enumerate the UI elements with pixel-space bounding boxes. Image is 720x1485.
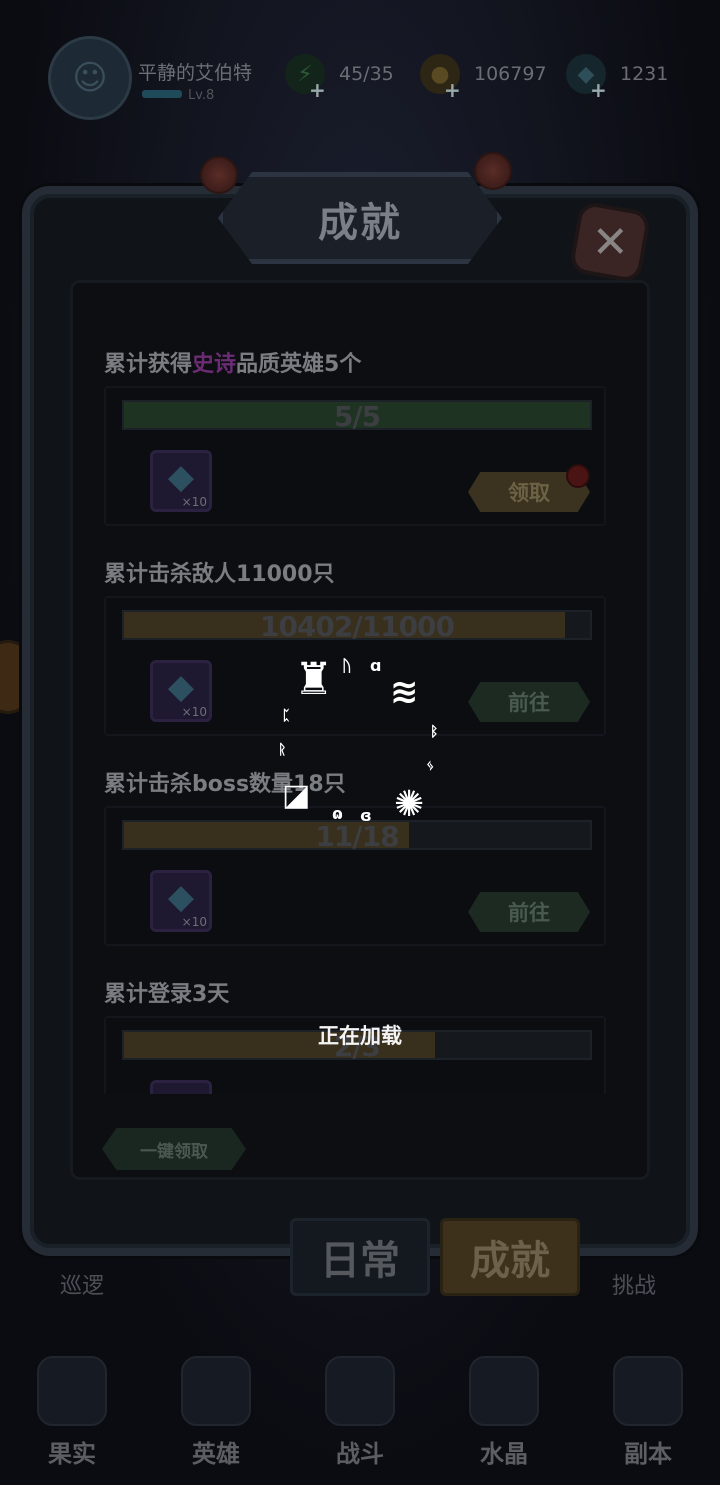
reward-qty: ×10 [181, 495, 207, 509]
close-button[interactable]: ✕ [568, 200, 652, 284]
patrol-label[interactable]: 巡逻 [60, 1268, 104, 1300]
bottom-navigation: 果实 英雄 战斗 水晶 副本 [0, 1340, 720, 1485]
progress-text: 5/5 [333, 400, 381, 433]
reward-item[interactable]: ◆ ×10 [150, 450, 212, 512]
nav-dungeon[interactable]: 副本 [576, 1340, 720, 1485]
rune-icon: ᚢ [342, 656, 352, 675]
rune-icon: ♜ [294, 654, 334, 705]
achievement-title: 累计登录3天 [104, 982, 230, 1007]
nav-battle-label: 战斗 [336, 1440, 384, 1468]
player-avatar[interactable]: ☺ [48, 36, 132, 120]
loading-spinner: ♜ ᚢ ɑ ≋ ᛒ ᛃ ✺ ɞ ɷ ◪ ᚱ ᛈ [270, 650, 450, 830]
achievement-title: 累计击杀敌人11000只 [104, 562, 335, 587]
player-name: 平静的艾伯特 [138, 62, 253, 84]
tab-daily[interactable]: 日常 [290, 1218, 430, 1296]
energy-value: 45/35 [339, 63, 394, 85]
goto-button[interactable]: 前往 [468, 682, 590, 722]
rune-icon: ɑ [370, 656, 382, 675]
energy-resource[interactable]: ⚡ + 45/35 [285, 54, 394, 102]
challenge-label[interactable]: 挑战 [612, 1268, 656, 1300]
nav-fruit-label: 果实 [48, 1440, 96, 1468]
rune-icon: ᚱ [278, 742, 287, 758]
reward-qty: ×10 [181, 915, 207, 929]
diamond-icon: ◆ [161, 1089, 201, 1094]
reward-item[interactable]: ◆ ×10 [150, 660, 212, 722]
achievement-title: 累计获得史诗品质英雄5个 [104, 352, 362, 377]
progress-bar: 5/5 [122, 400, 592, 433]
loading-text: 正在加载 [318, 1024, 402, 1048]
rune-icon: ᛒ [430, 724, 439, 740]
diamond-icon: ◆ [167, 667, 195, 707]
rune-icon: ᛃ [426, 758, 435, 774]
nav-heroes-label: 英雄 [192, 1440, 240, 1468]
gem-resource[interactable]: ◆ + 1231 [566, 54, 669, 102]
nav-heroes[interactable]: 英雄 [144, 1340, 288, 1485]
achievement-card: 累计获得史诗品质英雄5个 5/5 ◆ ×10 领取 [104, 344, 606, 526]
gold-value: 106797 [474, 63, 547, 85]
top-bar: ☺ 平静的艾伯特 Lv.8 ⚡ + 45/35 ● + 106797 ◆ + 1… [0, 30, 720, 120]
nav-battle[interactable]: 战斗 [288, 1340, 432, 1485]
rose-ornament-icon [474, 152, 512, 190]
reward-item[interactable]: ◆ [150, 1080, 212, 1094]
nav-crystal[interactable]: 水晶 [432, 1340, 576, 1485]
nav-crystal-label: 水晶 [480, 1440, 528, 1468]
avatar-face-icon: ☺ [72, 58, 108, 98]
level-bar [142, 90, 182, 98]
reward-qty: ×10 [181, 705, 207, 719]
progress-text: 10402/11000 [259, 610, 455, 643]
claim-all-button[interactable]: 一键领取 [102, 1128, 246, 1170]
plus-icon[interactable]: + [309, 78, 326, 102]
hero-icon [181, 1356, 251, 1426]
rune-icon: ᛈ [282, 708, 291, 724]
notification-dot [566, 464, 590, 488]
close-icon: ✕ [591, 216, 629, 268]
battle-icon [325, 1356, 395, 1426]
fruit-icon [37, 1356, 107, 1426]
rune-icon: ɞ [360, 806, 372, 825]
rune-icon: ɷ [332, 804, 343, 823]
nav-fruit[interactable]: 果实 [0, 1340, 144, 1485]
modal-title: 成就 [318, 200, 402, 246]
player-level: Lv.8 [188, 88, 215, 103]
diamond-icon: ◆ [167, 877, 195, 917]
gems-value: 1231 [620, 63, 669, 85]
diamond-icon: ◆ [167, 457, 195, 497]
plus-icon[interactable]: + [590, 78, 607, 102]
dungeon-icon [613, 1356, 683, 1426]
reward-item[interactable]: ◆ ×10 [150, 870, 212, 932]
rune-icon: ◪ [282, 778, 311, 813]
nav-dungeon-label: 副本 [624, 1440, 672, 1468]
rose-ornament-icon [200, 156, 238, 194]
goto-button[interactable]: 前往 [468, 892, 590, 932]
tab-achievement[interactable]: 成就 [440, 1218, 580, 1296]
rune-icon: ✺ [394, 784, 425, 825]
rune-icon: ≋ [390, 672, 419, 712]
plus-icon[interactable]: + [444, 78, 461, 102]
progress-bar: 10402/11000 [122, 610, 592, 643]
gold-resource[interactable]: ● + 106797 [420, 54, 547, 102]
crystal-icon [469, 1356, 539, 1426]
epic-highlight: 史诗 [192, 352, 237, 377]
